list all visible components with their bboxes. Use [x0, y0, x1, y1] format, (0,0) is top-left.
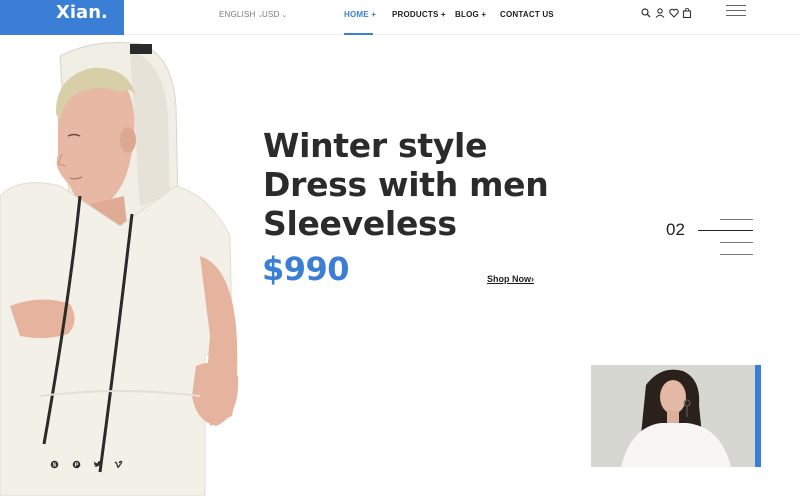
shop-now-label: Shop Now	[487, 274, 531, 284]
site-header: Xian. ENGLISH ⌄ USD ⌄ HOME + PRODUCTS + BL…	[0, 0, 800, 35]
slide-dash-active[interactable]	[698, 230, 753, 231]
nav-active-indicator	[344, 33, 373, 35]
nav-contact[interactable]: CONTACT US	[500, 10, 554, 19]
pinterest-icon[interactable]: P	[72, 460, 81, 469]
next-slide-thumbnail[interactable]	[591, 365, 756, 467]
menu-icon[interactable]	[726, 3, 746, 19]
hero-title-line: Dress with men	[263, 165, 549, 204]
user-icon[interactable]	[655, 8, 665, 18]
site-logo[interactable]: Xian.	[0, 0, 124, 35]
slide-dash[interactable]	[720, 242, 753, 243]
search-icon[interactable]	[641, 8, 651, 18]
language-label: ENGLISH	[219, 10, 256, 19]
chevron-down-icon: ⌄	[281, 12, 288, 19]
slide-number: 02	[666, 220, 685, 239]
svg-text:S: S	[53, 463, 57, 469]
hero-title-line: Sleeveless	[263, 204, 457, 243]
nav-home[interactable]: HOME +	[344, 10, 376, 19]
skype-icon[interactable]: S	[50, 460, 59, 469]
slide-dash[interactable]	[720, 219, 753, 220]
heart-icon[interactable]	[669, 8, 679, 18]
thumbnail-image	[591, 365, 756, 467]
language-selector[interactable]: ENGLISH ⌄	[219, 10, 264, 19]
chevron-right-icon: ›	[531, 274, 534, 284]
svg-text:P: P	[75, 463, 79, 469]
hero-model-image	[0, 42, 239, 496]
thumbnail-accent-bar	[755, 365, 761, 467]
nav-blog[interactable]: BLOG +	[455, 10, 486, 19]
slide-dash[interactable]	[720, 254, 753, 255]
hero-title: Winter style Dress with men Sleeveless	[263, 126, 563, 243]
shop-now-link[interactable]: Shop Now›	[487, 274, 534, 284]
hero-price: $990	[262, 250, 350, 288]
nav-products[interactable]: PRODUCTS +	[392, 10, 446, 19]
bag-icon[interactable]	[682, 8, 692, 18]
vimeo-icon[interactable]	[114, 460, 123, 469]
currency-selector[interactable]: USD ⌄	[262, 10, 288, 19]
hero-title-line: Winter style	[263, 126, 488, 165]
twitter-icon[interactable]	[93, 460, 102, 469]
currency-label: USD	[262, 10, 280, 19]
